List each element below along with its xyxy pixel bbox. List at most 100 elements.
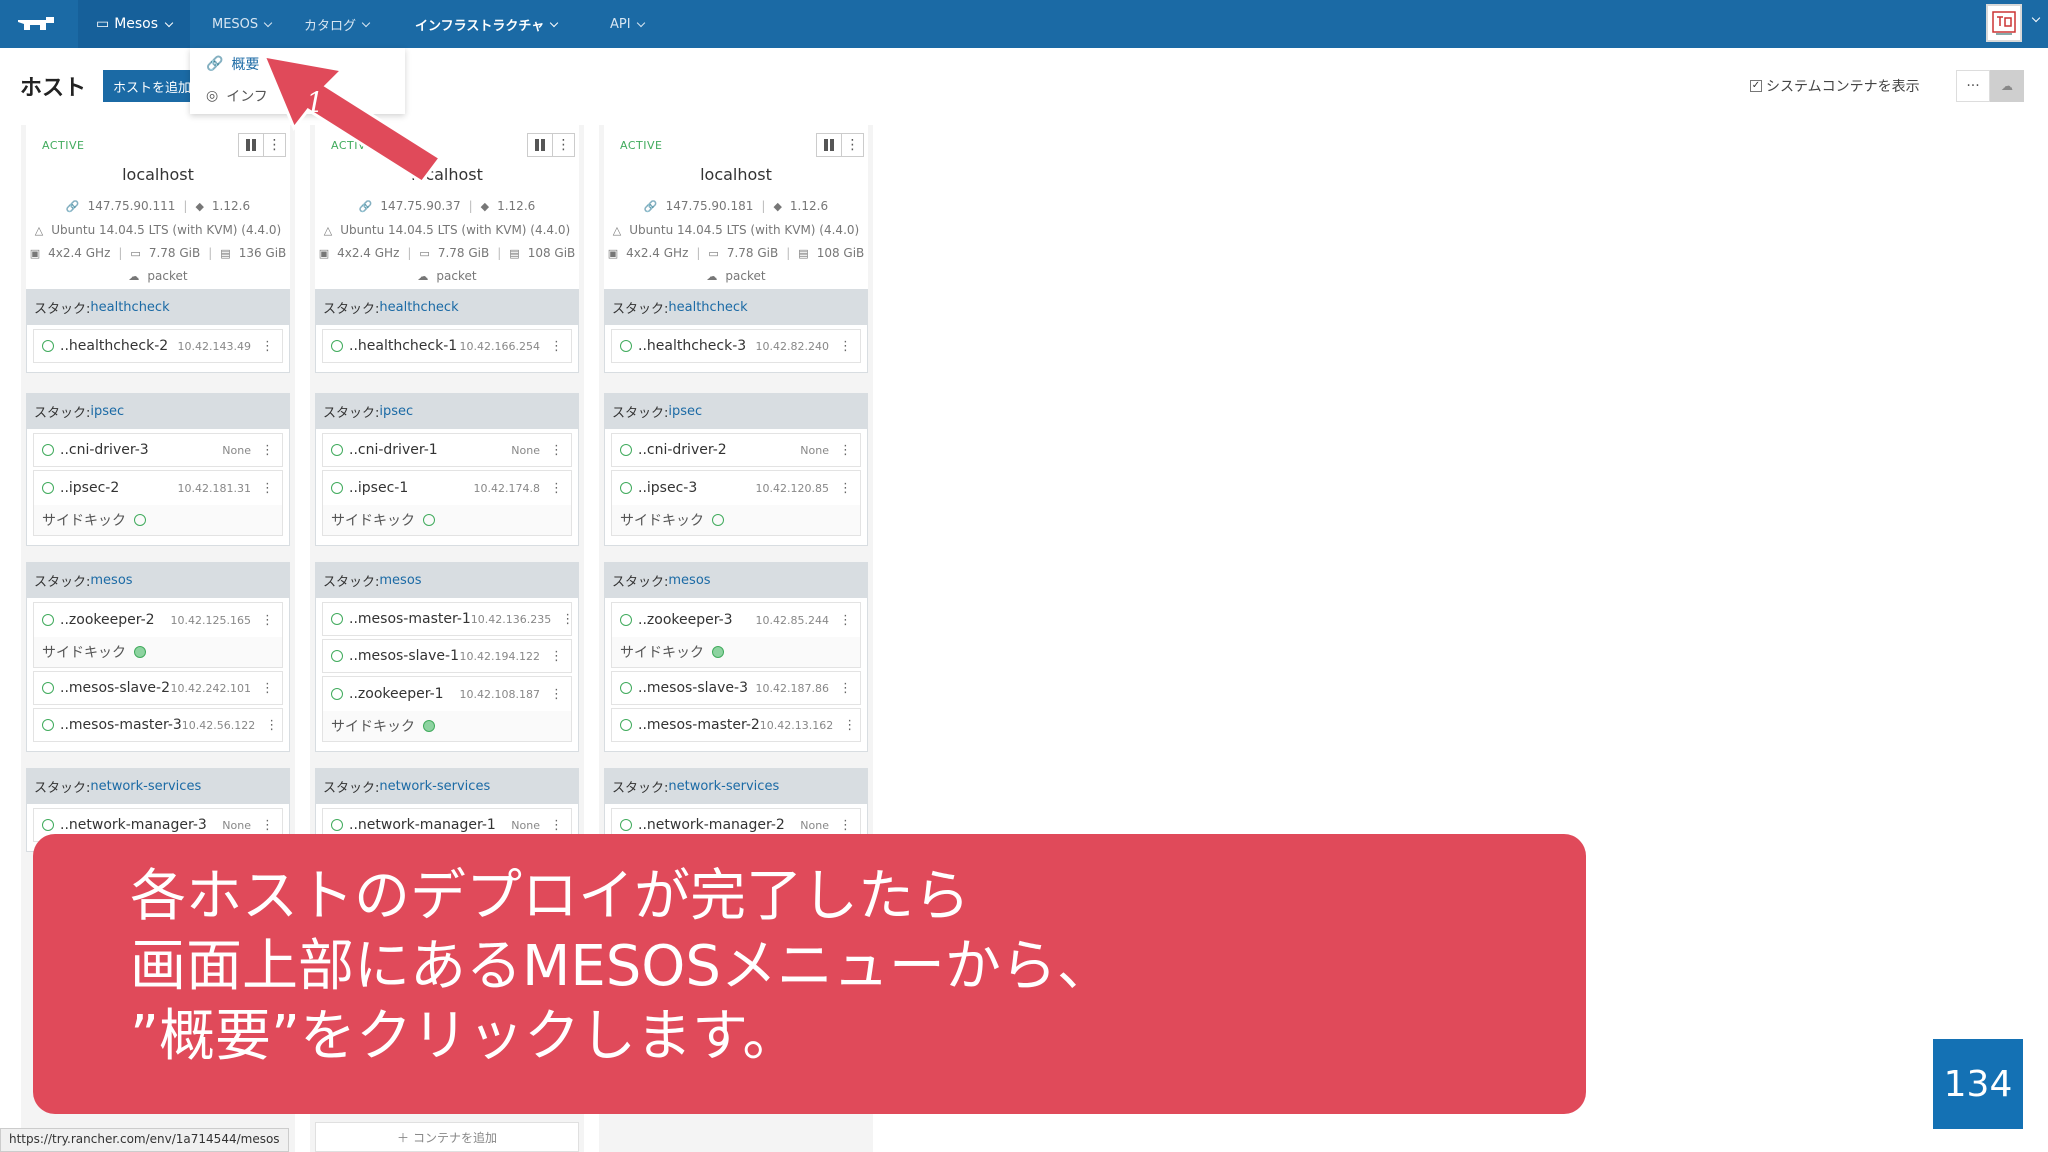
container-menu-icon[interactable]: ⋮ [843,718,856,733]
container-row[interactable]: ..ipsec-1 10.42.174.8 ⋮ [323,471,571,505]
container-row[interactable]: ..cni-driver-3 None ⋮ [33,433,283,467]
host-ip: 147.75.90.181 [665,199,754,213]
more-options-button[interactable]: ··· [1956,70,1990,102]
status-icon [620,819,632,831]
pause-button[interactable] [816,133,842,157]
stack-mesos: スタック: mesos ..zookeeper-2 10.42.125.165 ⋮ サ… [26,562,290,752]
sidekick-label: サイドキック [331,719,415,735]
container-menu-icon[interactable]: ⋮ [550,481,563,496]
stack-name-link[interactable]: healthcheck [90,300,169,315]
environment-switcher[interactable]: ▭ Mesos [78,0,190,48]
container-menu-icon[interactable]: ⋮ [839,443,852,458]
chevron-down-icon[interactable] [2031,13,2041,23]
stack-name-link[interactable]: network-services [90,779,201,794]
host-provider: packet [436,269,477,283]
nav-infrastructure[interactable]: インフラストラクチャ [415,0,559,48]
view-toggle-button[interactable]: ☁ [1990,70,2024,102]
container-menu-icon[interactable]: ⋮ [550,649,563,664]
container-row[interactable]: ..ipsec-2 10.42.181.31 ⋮ [34,471,282,505]
container-name: ..cni-driver-3 [60,442,149,458]
container-menu-icon[interactable]: ⋮ [261,613,274,628]
container-menu-icon[interactable]: ⋮ [550,443,563,458]
container-row[interactable]: ..ipsec-3 10.42.120.85 ⋮ [612,471,860,505]
stack-name-link[interactable]: mesos [668,573,710,588]
add-container-button[interactable]: ＋ コンテナを追加 [315,1122,579,1152]
container-name: ..zookeeper-1 [349,686,444,702]
host-disk: 108 GiB [527,246,576,260]
container-row[interactable]: ..mesos-slave-3 10.42.187.86 ⋮ [611,671,861,705]
container-menu-icon[interactable]: ⋮ [839,339,852,354]
nav-api[interactable]: API [610,0,645,48]
add-host-button[interactable]: ホストを追加 [103,70,199,102]
container-row[interactable]: ..zookeeper-3 10.42.85.244 ⋮ [612,603,860,637]
host-os: Ubuntu 14.04.5 LTS (with KVM) (4.4.0) [51,223,282,237]
user-avatar[interactable] [1986,4,2022,42]
container-row[interactable]: ..healthcheck-1 10.42.166.254 ⋮ [322,329,572,363]
pause-button[interactable] [527,133,553,157]
container-row[interactable]: ..cni-driver-1 None ⋮ [322,433,572,467]
stack-name-link[interactable]: ipsec [668,404,702,419]
container-row[interactable]: ..healthcheck-2 10.42.143.49 ⋮ [33,329,283,363]
rancher-logo[interactable] [14,12,58,36]
show-system-containers[interactable]: ✓ システムコンテナを表示 [1750,76,1920,96]
container-row[interactable]: ..mesos-master-3 10.42.56.122 ⋮ [33,708,283,742]
container-menu-icon[interactable]: ⋮ [550,687,563,702]
system-containers-checkbox[interactable]: ✓ [1750,80,1762,92]
chevron-down-icon [361,18,371,27]
status-icon [42,719,54,731]
container-menu-icon[interactable]: ⋮ [839,613,852,628]
stack-name-link[interactable]: healthcheck [379,300,458,315]
slide-page-number: 134 [1933,1039,2023,1129]
container-menu-icon[interactable]: ⋮ [550,818,563,833]
container-menu-icon[interactable]: ⋮ [839,818,852,833]
stack-name-link[interactable]: network-services [668,779,779,794]
host-menu-button[interactable]: ⋮ [553,133,575,157]
stack-name-link[interactable]: ipsec [379,404,413,419]
add-container-label: コンテナを追加 [413,1130,498,1145]
container-row[interactable]: ..mesos-master-1 10.42.136.235 ⋮ [322,602,574,636]
host-name[interactable]: localhost [604,165,868,184]
memory-icon: ▭ [130,246,141,260]
container-row[interactable]: ..mesos-slave-1 10.42.194.122 ⋮ [322,639,572,673]
container-menu-icon[interactable]: ⋮ [261,481,274,496]
sidekick-row[interactable]: サイドキック [612,505,860,535]
sidekick-row[interactable]: サイドキック [323,505,571,535]
stack-name-link[interactable]: ipsec [90,404,124,419]
container-row[interactable]: ..mesos-slave-2 10.42.242.101 ⋮ [33,671,283,705]
stack-name-link[interactable]: network-services [379,779,490,794]
sidekick-row[interactable]: サイドキック [612,637,860,667]
container-menu-icon[interactable]: ⋮ [550,339,563,354]
globe-icon: ◎ [206,88,219,104]
container-row[interactable]: ..healthcheck-3 10.42.82.240 ⋮ [611,329,861,363]
container-menu-icon[interactable]: ⋮ [261,681,274,696]
container-menu-icon[interactable]: ⋮ [839,681,852,696]
link-icon: 🔗 [65,199,80,213]
container-menu-icon[interactable]: ⋮ [261,443,274,458]
container-menu-icon[interactable]: ⋮ [561,612,574,627]
cloud-icon: ☁ [128,269,140,283]
sidekick-row[interactable]: サイドキック [323,711,571,741]
chevron-down-icon [263,18,273,27]
status-icon [134,514,146,526]
stack-name-link[interactable]: healthcheck [668,300,747,315]
status-icon [620,682,632,694]
sidekick-row[interactable]: サイドキック [34,637,282,667]
container-menu-icon[interactable]: ⋮ [261,818,274,833]
container-row[interactable]: ..cni-driver-2 None ⋮ [611,433,861,467]
sidekick-row[interactable]: サイドキック [34,505,282,535]
nav-catalog[interactable]: カタログ [304,0,371,48]
stack-name-link[interactable]: mesos [90,573,132,588]
container-menu-icon[interactable]: ⋮ [265,718,278,733]
container-row[interactable]: ..zookeeper-1 10.42.108.187 ⋮ [323,677,571,711]
container-menu-icon[interactable]: ⋮ [839,481,852,496]
status-icon [42,614,54,626]
chevron-down-icon [549,18,559,27]
nav-mesos[interactable]: MESOS [212,0,273,48]
host-menu-button[interactable]: ⋮ [842,133,864,157]
container-row[interactable]: ..mesos-master-2 10.42.13.162 ⋮ [611,708,861,742]
sidekick-label: サイドキック [42,513,126,529]
system-containers-label: システムコンテナを表示 [1766,79,1920,95]
stack-name-link[interactable]: mesos [379,573,421,588]
container-menu-icon[interactable]: ⋮ [261,339,274,354]
container-row[interactable]: ..zookeeper-2 10.42.125.165 ⋮ [34,603,282,637]
